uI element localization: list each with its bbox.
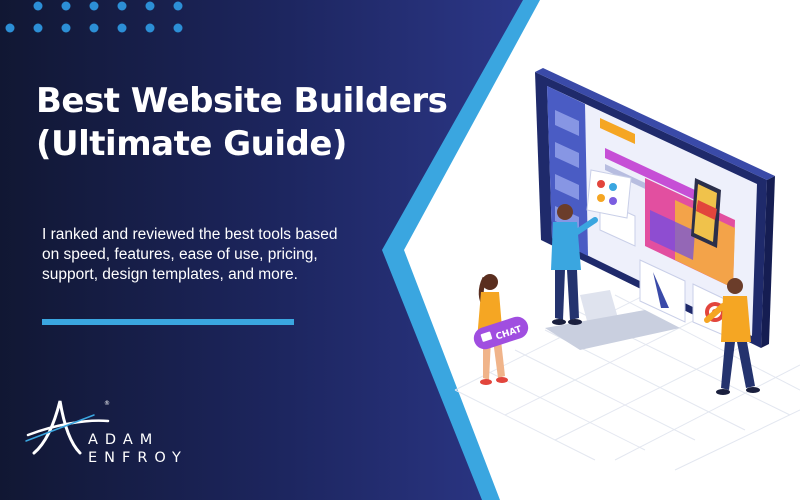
divider-bar	[42, 319, 294, 325]
description-line-2: on speed, features, ease of use, pricing…	[42, 246, 318, 264]
brand-line-1: ADAM	[88, 432, 160, 448]
brand-line-2: ENFROY	[88, 450, 188, 467]
palette-card-icon	[586, 169, 632, 219]
description-line-1: I ranked and reviewed the best tools bas…	[42, 226, 338, 243]
brand-name: ADAM ENFROY	[88, 431, 188, 467]
headline: Best Website Builders (Ultimate Guide)	[36, 80, 448, 165]
banner: Best Website Builders (Ultimate Guide) I…	[0, 0, 800, 500]
website-builder-illustration: CHAT	[454, 68, 800, 471]
headline-line-2: (Ultimate Guide)	[36, 123, 347, 164]
description-line-3: support, design templates, and more.	[42, 266, 298, 284]
phone-icon	[691, 178, 721, 248]
description: I ranked and reviewed the best tools bas…	[42, 225, 402, 285]
trademark-symbol: ®	[104, 400, 110, 407]
headline-line-1: Best Website Builders	[36, 81, 448, 121]
